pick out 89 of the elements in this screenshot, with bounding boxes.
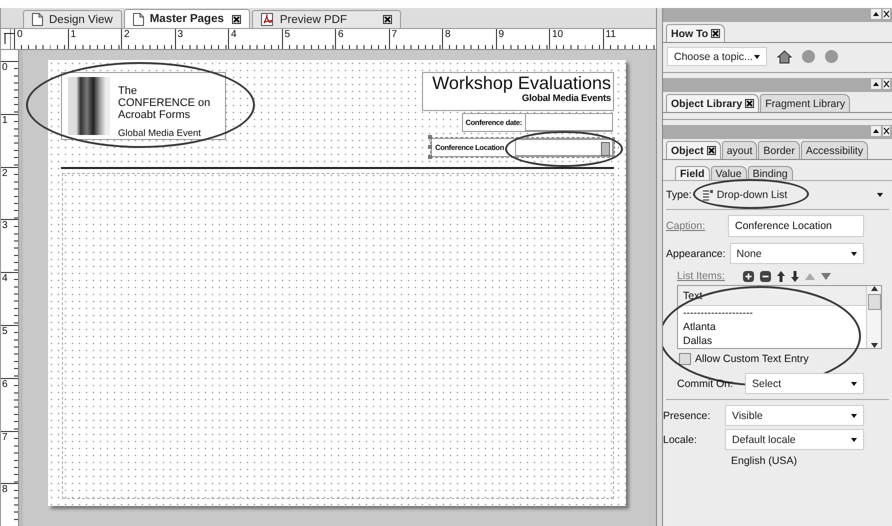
close-button[interactable]	[883, 9, 890, 19]
list-icon	[702, 188, 714, 200]
up-arrow-icon[interactable]	[776, 270, 785, 282]
ruler-number: 1	[68, 29, 121, 49]
document-tab[interactable]: Preview PDF	[252, 10, 401, 28]
topic-dropdown[interactable]: Choose a topic...	[667, 47, 767, 66]
document-icon	[32, 13, 43, 26]
ruler-number: 11	[602, 29, 656, 49]
ruler-number: 2	[121, 29, 174, 49]
close-icon[interactable]	[745, 99, 754, 108]
logo-block[interactable]: The CONFERENCE on Acroabt Forms Global Media Event	[61, 72, 226, 140]
ruler-number: 9	[496, 29, 549, 49]
scroll-down-icon[interactable]	[870, 343, 878, 348]
ruler-number: 5	[282, 29, 335, 49]
ruler-number: 10	[549, 29, 602, 49]
scrollbar[interactable]	[866, 286, 881, 348]
panel-tab[interactable]: Accessibility	[800, 141, 868, 159]
selection-handle[interactable]	[428, 135, 432, 139]
ruler-number: 6	[1, 378, 18, 431]
close-icon[interactable]	[232, 14, 241, 24]
add-icon[interactable]	[742, 270, 754, 282]
panel-tab[interactable]: Border	[758, 141, 800, 159]
document-icon	[132, 12, 144, 26]
splitter-bar[interactable]	[656, 8, 663, 526]
title-block[interactable]: Workshop Evaluations Global Media Events	[422, 72, 614, 111]
close-icon[interactable]	[382, 15, 392, 24]
ruler-number: 7	[388, 29, 442, 49]
selection-handle[interactable]	[428, 155, 432, 159]
list-item[interactable]: Atlanta	[678, 320, 866, 334]
close-button[interactable]	[883, 79, 890, 89]
logo-subtitle: Global Media Event	[118, 128, 202, 139]
caption-link[interactable]: Caption:	[666, 220, 724, 232]
remove-icon[interactable]	[760, 270, 771, 282]
appearance-dropdown[interactable]: None	[730, 243, 864, 264]
ruler-number: 3	[1, 219, 18, 272]
form-title: Workshop Evaluations	[431, 73, 611, 93]
triangle-down-icon[interactable]	[820, 272, 831, 280]
panel-tab[interactable]: How To	[666, 24, 726, 42]
panel-tab[interactable]: Fragment Library	[760, 94, 850, 112]
ruler-origin-icon	[4, 33, 14, 44]
document-tab[interactable]: Master Pages	[124, 9, 250, 28]
ruler-number: 6	[335, 29, 388, 49]
panel-tab[interactable]: Binding	[748, 166, 793, 180]
document-tab[interactable]: Design View	[23, 10, 122, 28]
collapse-button[interactable]	[871, 79, 881, 89]
pdf-document-icon	[260, 13, 274, 26]
close-icon[interactable]	[711, 29, 720, 38]
commit-on-dropdown[interactable]: Select	[745, 373, 864, 394]
down-arrow-icon[interactable]	[790, 270, 799, 282]
presence-dropdown[interactable]: Visible	[725, 405, 864, 426]
photo-placeholder	[68, 77, 110, 135]
content-area[interactable]	[62, 173, 614, 499]
collapse-button[interactable]	[871, 9, 881, 19]
form-subtitle: Global Media Events	[520, 93, 611, 104]
panel-tab[interactable]: Value	[710, 166, 747, 180]
home-icon[interactable]	[777, 50, 792, 64]
ruler-number: 0	[14, 29, 68, 49]
locale-dropdown[interactable]: Default locale	[725, 429, 864, 450]
allow-custom-checkbox[interactable]	[679, 353, 691, 365]
panel-tab[interactable]: Object	[666, 141, 721, 159]
list-item[interactable]: Dallas	[678, 334, 866, 348]
ruler-number: 5	[1, 324, 18, 378]
checkbox-label: Allow Custom Text Entry	[695, 353, 809, 365]
selection-handle[interactable]	[428, 145, 432, 149]
locale-label: Locale:	[663, 434, 698, 446]
logo-title: The CONFERENCE on Acroabt Forms	[118, 85, 212, 121]
ruler-number: 2	[1, 166, 18, 220]
caption-field[interactable]: Conference Location	[728, 215, 864, 237]
close-icon[interactable]	[706, 146, 716, 155]
ruler-number: 3	[174, 29, 228, 49]
ruler-number: 7	[1, 430, 18, 484]
collapse-button[interactable]	[871, 126, 881, 136]
ruler-number: 1	[1, 114, 18, 167]
type-dropdown[interactable]: Drop-down List	[696, 185, 889, 204]
list-item[interactable]: --------------------	[678, 306, 866, 320]
scroll-up-icon[interactable]	[870, 286, 878, 291]
ruler-number: 0	[1, 61, 18, 114]
list-items-link[interactable]: List Items:	[677, 270, 725, 282]
ruler-number: 8	[442, 29, 496, 49]
locale-description: English (USA)	[730, 454, 798, 467]
ruler-number: 4	[1, 272, 18, 325]
close-button[interactable]	[883, 126, 890, 136]
panel-tab[interactable]: ayout	[722, 141, 758, 159]
ruler-number: 4	[228, 29, 282, 49]
panel-tab[interactable]: Object Library	[666, 94, 760, 112]
appearance-label: Appearance:	[666, 248, 726, 260]
panel-tab[interactable]: Field	[675, 166, 710, 180]
presence-label: Presence:	[663, 410, 712, 422]
type-label: Type:	[666, 188, 692, 200]
